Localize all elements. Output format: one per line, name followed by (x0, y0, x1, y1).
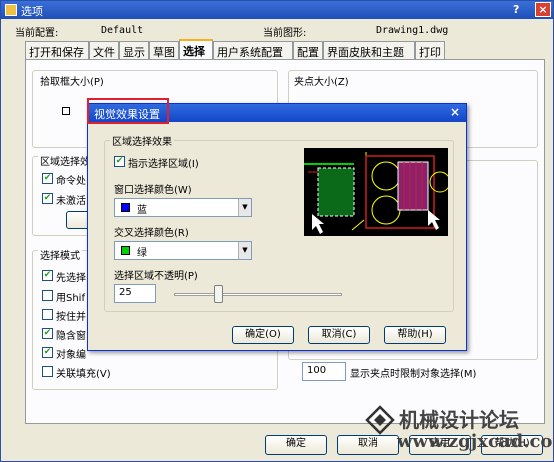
press-drag-label: 按住并 (56, 312, 86, 323)
pickbox-size-label: 拾取框大小(P) (38, 73, 106, 88)
chevron-down-icon: ▼ (238, 199, 251, 216)
title-bar: 选项 ? × (1, 1, 553, 19)
opacity-input[interactable]: 25 (114, 284, 156, 303)
tab-files[interactable]: 文件 (89, 41, 119, 59)
forum-logo-icon (365, 405, 395, 435)
visual-effects-dialog: 视觉效果设置 × 区域选择效果 ✔ 指示选择区域(I) 窗口选择颜色(W) 蓝 … (87, 103, 467, 351)
tab-profiles[interactable]: 配置 (293, 41, 323, 59)
assoc-hatch-checkbox[interactable] (42, 366, 53, 377)
tab-skins-themes[interactable]: 界面皮肤和主题 (323, 41, 415, 59)
current-drawing-value: Drawing1.dwg (376, 25, 449, 36)
noun-verb-checkbox[interactable]: ✔ (42, 270, 53, 281)
inactive-checkbox[interactable]: ✔ (42, 193, 53, 204)
shift-add-checkbox[interactable] (42, 290, 53, 301)
cross-color-swatch (121, 246, 130, 255)
help-title-button[interactable]: ? (513, 3, 519, 16)
opacity-slider-thumb[interactable] (214, 285, 223, 303)
close-button[interactable]: × (535, 2, 551, 17)
window-color-label: 窗口选择颜色(W) (114, 185, 192, 196)
area-select-label: 区域选择效 (38, 153, 92, 168)
tab-user-preferences[interactable]: 用户系统配置 (213, 41, 293, 59)
ok-button[interactable]: 确定 (265, 435, 327, 455)
tab-open-save[interactable]: 打开和保存 (25, 41, 89, 59)
noun-verb-label: 先选择 (56, 273, 86, 284)
indicate-area-checkbox[interactable]: ✔ (114, 156, 125, 167)
watermark-name: 机械设计论坛 (399, 408, 519, 432)
press-drag-checkbox[interactable] (42, 309, 53, 320)
dialog-ok-button[interactable]: 确定(O) (232, 326, 294, 344)
window-color-swatch (121, 203, 130, 212)
cross-color-label: 交叉选择颜色(R) (114, 228, 189, 239)
window-color-value: 蓝 (137, 205, 147, 216)
dialog-help-button[interactable]: 帮助(H) (384, 326, 446, 344)
cancel-button[interactable]: 取消 (337, 435, 399, 455)
cross-color-select[interactable]: 绿 ▼ (114, 241, 252, 260)
app-icon (5, 4, 17, 16)
assoc-hatch-label: 关联填充(V) (56, 369, 111, 380)
inactive-label: 未激活 (56, 196, 86, 207)
watermark-url: www.zgjxcad.com (397, 431, 554, 452)
implied-window-checkbox[interactable]: ✔ (42, 328, 53, 339)
chevron-down-icon: ▼ (238, 242, 251, 259)
tab-display[interactable]: 显示 (119, 41, 149, 59)
indicate-area-label: 指示选择区域(I) (128, 159, 199, 170)
dialog-cancel-button[interactable]: 取消(C) (308, 326, 370, 344)
object-group-label: 对象编 (56, 350, 86, 361)
opacity-slider-track[interactable] (174, 293, 342, 296)
command-label: 命令处 (56, 176, 86, 187)
tab-print[interactable]: 打印 (415, 41, 445, 59)
implied-window-label: 隐含窗 (56, 331, 86, 342)
grip-size-label: 夹点大小(Z) (292, 73, 351, 88)
pickbox-preview (62, 107, 70, 115)
window-title: 选项 (21, 5, 43, 18)
dialog-close-icon[interactable]: × (450, 105, 460, 119)
selection-mode-label: 选择模式 (38, 247, 82, 262)
shift-add-label: 用Shif (56, 293, 85, 304)
current-profile-label: 当前配置: (15, 28, 59, 39)
grip-limit-label: 显示夹点时限制对象选择(M) (350, 369, 477, 380)
opacity-label: 选择区域不透明(P) (114, 271, 198, 282)
cross-color-value: 绿 (137, 248, 147, 259)
options-window: 选项 ? × 当前配置: Default 当前图形: Drawing1.dwg … (0, 0, 554, 462)
grip-limit-input[interactable]: 100 (302, 362, 346, 381)
command-checkbox[interactable]: ✔ (42, 173, 53, 184)
current-profile-value: Default (101, 25, 144, 36)
window-color-select[interactable]: 蓝 ▼ (114, 198, 252, 217)
current-drawing-label: 当前图形: (263, 28, 307, 39)
tab-drafting[interactable]: 草图 (149, 41, 179, 59)
dialog-group-label: 区域选择效果 (110, 133, 174, 148)
tab-selection[interactable]: 选择 (179, 39, 213, 59)
object-group-checkbox[interactable]: ✔ (42, 347, 53, 358)
dialog-title-highlight (87, 98, 169, 124)
selection-preview-image (304, 148, 448, 236)
